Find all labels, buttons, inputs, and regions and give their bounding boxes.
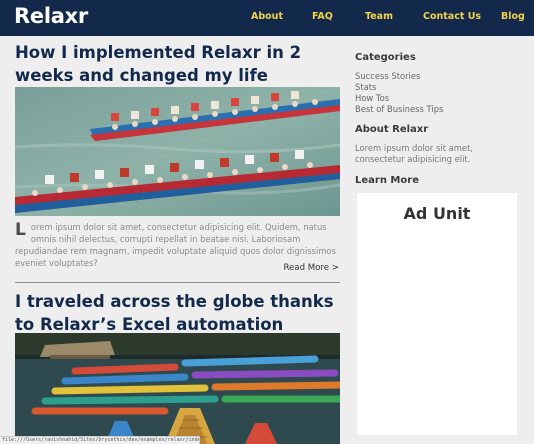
post-title[interactable]: I traveled across the globe thanks to Re… [15, 290, 341, 336]
nav-link-blog[interactable]: Blog [501, 11, 525, 22]
ad-unit[interactable]: Ad Unit [357, 193, 517, 435]
post-excerpt: Lorem ipsum dolor sit amet, consectetur … [15, 221, 340, 269]
categories-list: Success Stories Stats How Tos Best of Bu… [355, 71, 443, 115]
post-title[interactable]: How I implemented Relaxr in 2 weeks and … [15, 41, 341, 87]
category-link-how-tos[interactable]: How Tos [355, 93, 389, 103]
nav-link-team[interactable]: Team [365, 11, 393, 22]
post-image-boats-lake[interactable] [15, 333, 340, 444]
about-heading: About Relaxr [355, 124, 429, 135]
ad-unit-label: Ad Unit [403, 204, 471, 223]
about-text: Lorem ipsum dolor sit amet, consectetur … [355, 143, 474, 164]
category-link-stats[interactable]: Stats [355, 82, 376, 92]
site-logo[interactable]: Relaxr [14, 4, 88, 28]
nav-link-contact-us[interactable]: Contact Us [423, 11, 481, 22]
learn-more-heading: Learn More [355, 175, 419, 186]
category-link-best-of-business-tips[interactable]: Best of Business Tips [355, 104, 443, 114]
site-header: Relaxr About FAQ Team Contact Us Blog [0, 0, 534, 36]
category-link-success-stories[interactable]: Success Stories [355, 71, 420, 81]
browser-status-bar: file:///Users/ravishnahid/Sites/brycethi… [0, 436, 200, 444]
read-more-link[interactable]: Read More > [283, 263, 339, 273]
post-image-dragon-boat[interactable] [15, 87, 340, 216]
post-divider [15, 282, 340, 283]
excerpt-text: orem ipsum dolor sit amet, consectetur a… [15, 222, 337, 268]
nav-link-faq[interactable]: FAQ [312, 11, 333, 22]
nav-link-about[interactable]: About [251, 11, 283, 22]
excerpt-dropcap: L [15, 220, 26, 240]
categories-heading: Categories [355, 52, 416, 63]
